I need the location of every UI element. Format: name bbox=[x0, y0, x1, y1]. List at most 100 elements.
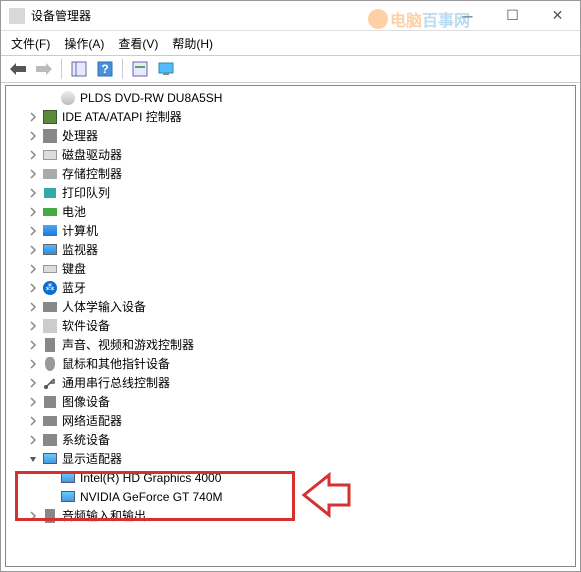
system-icon bbox=[42, 432, 58, 448]
menu-file[interactable]: 文件(F) bbox=[11, 35, 50, 52]
imaging-icon bbox=[42, 394, 58, 410]
tree-item-label: 存储控制器 bbox=[62, 165, 122, 182]
tree-item[interactable]: 通用串行总线控制器 bbox=[6, 373, 575, 392]
disk-icon bbox=[42, 166, 58, 182]
tree-item-label: 音频输入和输出 bbox=[62, 507, 146, 524]
watermark: 电脑百事网 bbox=[368, 7, 470, 31]
monitor-icon bbox=[42, 242, 58, 258]
help-button[interactable]: ? bbox=[94, 58, 116, 80]
usb-icon bbox=[42, 375, 58, 391]
menu-help[interactable]: 帮助(H) bbox=[172, 35, 213, 52]
tree-item[interactable]: 存储控制器 bbox=[6, 164, 575, 183]
tree-item-label: IDE ATA/ATAPI 控制器 bbox=[62, 108, 182, 125]
tree-item[interactable]: 计算机 bbox=[6, 221, 575, 240]
bluetooth-icon: ⁂ bbox=[42, 280, 58, 296]
collapse-icon[interactable] bbox=[26, 262, 40, 276]
collapse-icon[interactable] bbox=[26, 433, 40, 447]
storage-icon bbox=[42, 147, 58, 163]
tree-item-label: 鼠标和其他指针设备 bbox=[62, 355, 170, 372]
menu-action[interactable]: 操作(A) bbox=[64, 35, 104, 52]
tree-item[interactable]: 打印队列 bbox=[6, 183, 575, 202]
audio-icon bbox=[42, 508, 58, 524]
tree-item-label: 图像设备 bbox=[62, 393, 110, 410]
menu-view[interactable]: 查看(V) bbox=[118, 35, 158, 52]
forward-button[interactable] bbox=[33, 58, 55, 80]
collapse-icon[interactable] bbox=[26, 167, 40, 181]
tree-item-label: 监视器 bbox=[62, 241, 98, 258]
watermark-icon bbox=[368, 9, 388, 29]
tree-item[interactable]: 系统设备 bbox=[6, 430, 575, 449]
hid-icon bbox=[42, 299, 58, 315]
tree-item-label: Intel(R) HD Graphics 4000 bbox=[80, 471, 221, 485]
collapse-icon[interactable] bbox=[26, 395, 40, 409]
menubar: 文件(F) 操作(A) 查看(V) 帮助(H) bbox=[1, 31, 580, 55]
properties-button[interactable] bbox=[68, 58, 90, 80]
keyboard-icon bbox=[42, 261, 58, 277]
collapse-icon[interactable] bbox=[26, 205, 40, 219]
collapse-icon[interactable] bbox=[26, 224, 40, 238]
maximize-button[interactable]: ☐ bbox=[490, 1, 535, 30]
close-button[interactable]: ✕ bbox=[535, 1, 580, 30]
tree-item-label: 磁盘驱动器 bbox=[62, 146, 122, 163]
tree-item-label: 系统设备 bbox=[62, 431, 110, 448]
collapse-icon[interactable] bbox=[26, 281, 40, 295]
display-icon bbox=[60, 489, 76, 505]
display-icon bbox=[42, 451, 58, 467]
titlebar: 设备管理器 ─ ☐ ✕ bbox=[1, 1, 580, 31]
collapse-icon[interactable] bbox=[26, 243, 40, 257]
tree-item-label: 打印队列 bbox=[62, 184, 110, 201]
toolbar: ? bbox=[1, 55, 580, 83]
tree-item[interactable]: 磁盘驱动器 bbox=[6, 145, 575, 164]
device-tree[interactable]: PLDS DVD-RW DU8A5SH IDE ATA/ATAPI 控制器处理器磁… bbox=[5, 85, 576, 567]
tree-item[interactable]: 网络适配器 bbox=[6, 411, 575, 430]
tree-item-label: 通用串行总线控制器 bbox=[62, 374, 170, 391]
tree-item-label: 网络适配器 bbox=[62, 412, 122, 429]
devices-button[interactable] bbox=[155, 58, 177, 80]
display-icon bbox=[60, 470, 76, 486]
tree-item-label: 计算机 bbox=[62, 222, 98, 239]
network-icon bbox=[42, 413, 58, 429]
tree-item[interactable]: 监视器 bbox=[6, 240, 575, 259]
tree-item[interactable]: 软件设备 bbox=[6, 316, 575, 335]
mouse-icon bbox=[42, 356, 58, 372]
tree-item[interactable]: IDE ATA/ATAPI 控制器 bbox=[6, 107, 575, 126]
cpu-icon bbox=[42, 128, 58, 144]
tree-item-label: 键盘 bbox=[62, 260, 86, 277]
collapse-icon[interactable] bbox=[26, 300, 40, 314]
collapse-icon[interactable] bbox=[26, 110, 40, 124]
tree-item-label: 人体学输入设备 bbox=[62, 298, 146, 315]
tree-item[interactable]: ⁂蓝牙 bbox=[6, 278, 575, 297]
expand-icon[interactable] bbox=[26, 452, 40, 466]
tree-item[interactable]: 显示适配器 bbox=[6, 449, 575, 468]
tree-item-label: 显示适配器 bbox=[62, 450, 122, 467]
collapse-icon[interactable] bbox=[26, 338, 40, 352]
tree-item[interactable]: Intel(R) HD Graphics 4000 bbox=[6, 468, 575, 487]
collapse-icon[interactable] bbox=[26, 148, 40, 162]
chip-icon bbox=[42, 109, 58, 125]
tree-item[interactable]: 声音、视频和游戏控制器 bbox=[6, 335, 575, 354]
collapse-icon[interactable] bbox=[26, 129, 40, 143]
collapse-icon[interactable] bbox=[26, 319, 40, 333]
back-button[interactable] bbox=[7, 58, 29, 80]
collapse-icon[interactable] bbox=[26, 414, 40, 428]
separator bbox=[122, 59, 123, 79]
separator bbox=[61, 59, 62, 79]
tree-item-label: 软件设备 bbox=[62, 317, 110, 334]
tree-item[interactable]: 处理器 bbox=[6, 126, 575, 145]
tree-item[interactable]: 电池 bbox=[6, 202, 575, 221]
collapse-icon[interactable] bbox=[26, 509, 40, 523]
tree-item[interactable]: 键盘 bbox=[6, 259, 575, 278]
collapse-icon[interactable] bbox=[26, 376, 40, 390]
tree-item-label: PLDS DVD-RW DU8A5SH bbox=[80, 91, 222, 105]
tree-item[interactable]: 人体学输入设备 bbox=[6, 297, 575, 316]
collapse-icon[interactable] bbox=[26, 186, 40, 200]
tree-item[interactable]: 鼠标和其他指针设备 bbox=[6, 354, 575, 373]
tree-item[interactable]: 图像设备 bbox=[6, 392, 575, 411]
collapse-icon[interactable] bbox=[26, 357, 40, 371]
tree-item[interactable]: PLDS DVD-RW DU8A5SH bbox=[6, 88, 575, 107]
tree-item[interactable]: NVIDIA GeForce GT 740M bbox=[6, 487, 575, 506]
view-button[interactable] bbox=[129, 58, 151, 80]
tree-item[interactable]: 音频输入和输出 bbox=[6, 506, 575, 525]
app-icon bbox=[9, 8, 25, 24]
software-icon bbox=[42, 318, 58, 334]
